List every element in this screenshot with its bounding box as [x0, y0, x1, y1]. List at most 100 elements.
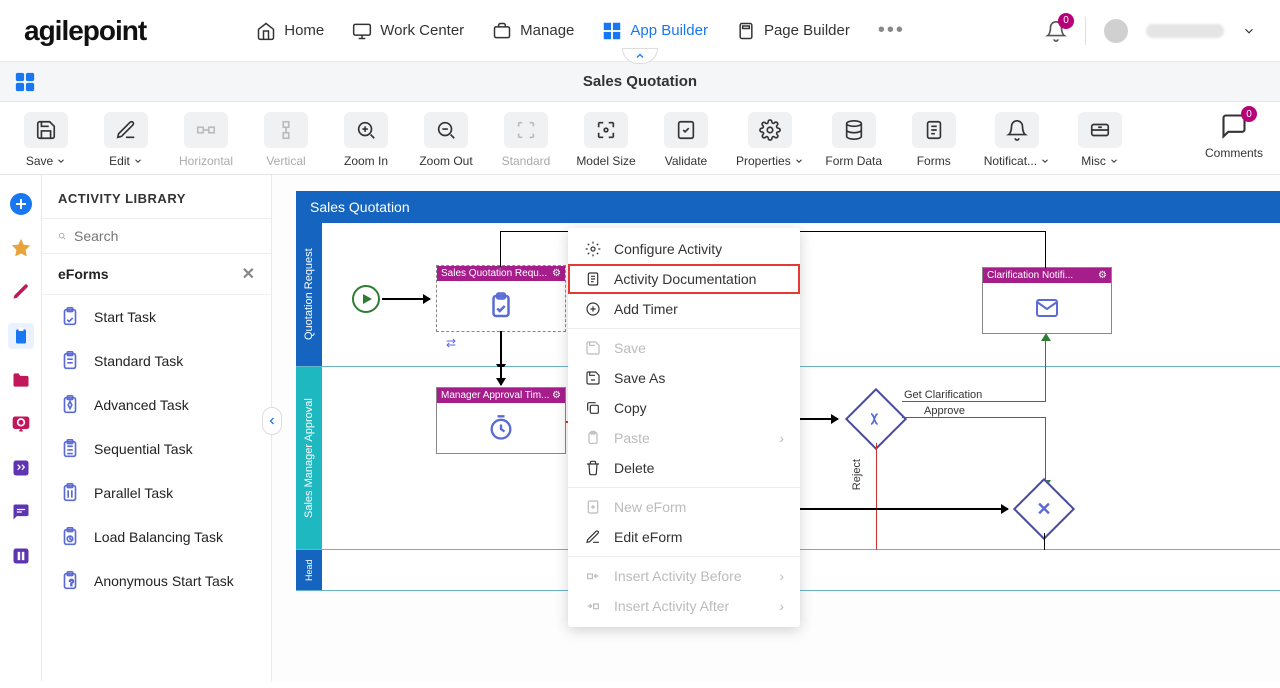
rail-add-button[interactable] [8, 191, 34, 217]
lib-item[interactable]: ?Anonymous Start Task [42, 559, 271, 603]
zoom-in-button[interactable]: Zoom In [336, 112, 396, 168]
activity-manager-approval[interactable]: Manager Approval Tim...⚙ [436, 387, 566, 454]
gear-icon[interactable]: ⚙ [552, 390, 561, 401]
lib-item[interactable]: Load Balancing Task [42, 515, 271, 559]
menu-item-save-as[interactable]: Save As [568, 363, 800, 393]
properties-button[interactable]: Properties [736, 112, 804, 168]
align-horizontal-button[interactable]: Horizontal [176, 112, 236, 168]
validate-icon [675, 119, 697, 141]
lib-item[interactable]: Parallel Task [42, 471, 271, 515]
chevron-down-icon[interactable] [1242, 24, 1256, 38]
menu-item-copy[interactable]: Copy [568, 393, 800, 423]
fit-standard-button[interactable]: Standard [496, 112, 556, 168]
close-icon[interactable]: ✕ [242, 264, 255, 284]
menu-item-label: Copy [614, 400, 647, 416]
lib-item[interactable]: Start Task [42, 295, 271, 339]
misc-button[interactable]: Misc [1070, 112, 1130, 168]
pause-icon [11, 546, 31, 566]
menu-item-save: Save [568, 333, 800, 363]
chevron-down-icon [1109, 156, 1119, 166]
menu-item-edit-eform[interactable]: Edit eForm [568, 522, 800, 552]
clipboard-icon [11, 326, 31, 346]
lib-item-label: Sequential Task [94, 441, 193, 457]
connector [788, 508, 1008, 510]
gateway-decision[interactable] [845, 388, 907, 450]
forms-button[interactable]: Forms [904, 112, 964, 168]
rail-settings[interactable] [8, 455, 34, 481]
fit-model-button[interactable]: Model Size [576, 112, 636, 168]
comments-button[interactable]: 0 Comments [1204, 112, 1264, 160]
form-icon [923, 119, 945, 141]
notifications-button[interactable]: 0 [1045, 20, 1067, 42]
lane-label: Quotation Request [296, 223, 322, 366]
grid-icon [602, 21, 622, 41]
plus-circle-icon [9, 192, 33, 216]
page-title: Sales Quotation [583, 73, 697, 90]
collapse-header-button[interactable] [622, 48, 658, 64]
align-vertical-button[interactable]: Vertical [256, 112, 316, 168]
nav-work-center[interactable]: Work Center [352, 21, 464, 41]
save-as-icon [584, 370, 602, 386]
nav-label: Work Center [380, 22, 464, 39]
connector-label: Reject [851, 459, 863, 490]
menu-item-activity-documentation[interactable]: Activity Documentation [568, 264, 800, 294]
nav-page-builder[interactable]: Page Builder [736, 21, 850, 41]
zoom-out-button[interactable]: Zoom Out [416, 112, 476, 168]
avatar[interactable] [1104, 19, 1128, 43]
nav-app-builder[interactable]: App Builder [602, 21, 708, 41]
lib-item-label: Advanced Task [94, 397, 189, 413]
form-data-button[interactable]: Form Data [824, 112, 884, 168]
rail-folder[interactable] [8, 367, 34, 393]
drawer-icon [1089, 119, 1111, 141]
edit-button[interactable]: Edit [96, 112, 156, 168]
rail-chat[interactable] [8, 499, 34, 525]
notifications-button[interactable]: Notificat... [984, 112, 1050, 168]
connector-label: Approve [924, 405, 965, 417]
menu-item-insert-activity-before: Insert Activity Before› [568, 561, 800, 591]
chevron-left-icon [266, 415, 278, 427]
task-icon [58, 393, 82, 417]
grid-view-toggle[interactable] [14, 71, 36, 93]
menu-item-delete[interactable]: Delete [568, 453, 800, 483]
gear-icon[interactable]: ⚙ [552, 268, 561, 279]
new-form-icon [584, 499, 602, 515]
rail-favorites[interactable] [8, 235, 34, 261]
comments-badge: 0 [1241, 106, 1257, 122]
rail-globe[interactable] [8, 411, 34, 437]
fit-std-icon [515, 119, 537, 141]
context-menu: Configure ActivityActivity Documentation… [568, 228, 800, 627]
menu-item-configure-activity[interactable]: Configure Activity [568, 234, 800, 264]
chevron-up-icon [634, 50, 646, 62]
arrowhead [1041, 333, 1051, 341]
nav-manage[interactable]: Manage [492, 21, 574, 41]
gateway-exclusive[interactable]: ✕ [1013, 478, 1075, 540]
lib-item[interactable]: Sequential Task [42, 427, 271, 471]
connector [1045, 231, 1046, 268]
save-button[interactable]: Save [16, 112, 76, 168]
rail-clipboard[interactable] [8, 323, 34, 349]
rail-pause[interactable] [8, 543, 34, 569]
lib-item[interactable]: Standard Task [42, 339, 271, 383]
category-eforms[interactable]: eForms ✕ [42, 254, 271, 295]
nav-more[interactable]: ••• [878, 19, 905, 42]
search-input[interactable] [74, 228, 255, 244]
validate-button[interactable]: Validate [656, 112, 716, 168]
start-event[interactable] [352, 285, 380, 313]
rail-edit[interactable] [8, 279, 34, 305]
activity-sales-quotation-request[interactable]: Sales Quotation Requ...⚙ [436, 265, 566, 332]
nav-label: Home [284, 22, 324, 39]
collapse-sidebar-button[interactable] [262, 407, 282, 435]
task-icon [58, 437, 82, 461]
activity-library-sidebar: ACTIVITY LIBRARY eForms ✕ Start TaskStan… [42, 175, 272, 681]
gear-icon[interactable]: ⚙ [1098, 270, 1107, 281]
swap-icon: ⇄ [446, 336, 456, 350]
connector [382, 298, 430, 300]
subheader: Sales Quotation [0, 62, 1280, 102]
nav-home[interactable]: Home [256, 21, 324, 41]
menu-item-add-timer[interactable]: Add Timer [568, 294, 800, 324]
timer-icon [487, 414, 515, 442]
save-icon [35, 119, 57, 141]
edit-icon [115, 119, 137, 141]
lib-item[interactable]: Advanced Task [42, 383, 271, 427]
activity-clarification-notification[interactable]: Clarification Notifi...⚙ [982, 267, 1112, 334]
